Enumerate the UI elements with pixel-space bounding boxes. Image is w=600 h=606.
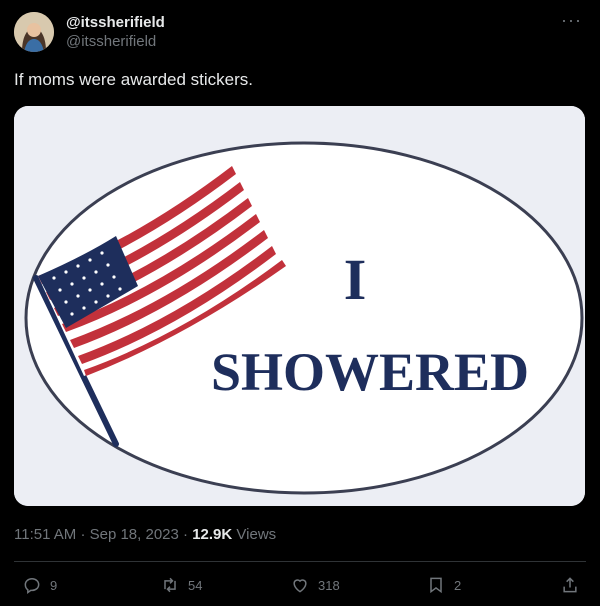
display-name[interactable]: @itssherifield bbox=[66, 13, 165, 32]
repost-count: 54 bbox=[188, 577, 203, 593]
divider bbox=[14, 561, 586, 562]
meta-separator: · bbox=[80, 526, 86, 543]
views-count: 12.9K bbox=[192, 526, 233, 543]
bookmark-button[interactable]: 2 bbox=[426, 575, 461, 595]
share-button[interactable] bbox=[560, 575, 588, 595]
reply-count: 9 bbox=[50, 577, 58, 593]
user-handle[interactable]: @itssherifield bbox=[66, 32, 165, 51]
action-bar: 9 54 318 2 bbox=[0, 574, 600, 598]
more-icon[interactable]: ··· bbox=[561, 10, 582, 31]
like-button[interactable]: 318 bbox=[290, 575, 340, 595]
repost-icon bbox=[164, 577, 176, 593]
tweet-meta: 11:51 AM · Sep 18, 2023 · 12.9K Views bbox=[14, 526, 276, 543]
tweet-text: If moms were awarded stickers. bbox=[14, 70, 254, 89]
tweet-header: @itssherifield @itssherifield bbox=[14, 12, 165, 52]
tweet-date[interactable]: Sep 18, 2023 bbox=[90, 526, 179, 543]
tweet-image[interactable]: I SHOWERED bbox=[14, 106, 585, 506]
sticker-text-showered: SHOWERED bbox=[211, 342, 529, 402]
share-icon bbox=[563, 577, 577, 593]
sticker-text-i: I bbox=[344, 247, 367, 312]
views-label: Views bbox=[236, 526, 277, 543]
bookmark-count: 2 bbox=[454, 577, 462, 593]
tweet-time[interactable]: 11:51 AM bbox=[14, 526, 76, 543]
like-icon bbox=[293, 579, 307, 593]
reply-button[interactable]: 9 bbox=[22, 575, 57, 595]
like-count: 318 bbox=[318, 577, 340, 593]
bookmark-icon bbox=[430, 577, 442, 594]
repost-button[interactable]: 54 bbox=[160, 575, 202, 595]
reply-icon bbox=[24, 577, 40, 594]
avatar[interactable] bbox=[14, 12, 54, 52]
meta-separator: · bbox=[183, 526, 189, 543]
